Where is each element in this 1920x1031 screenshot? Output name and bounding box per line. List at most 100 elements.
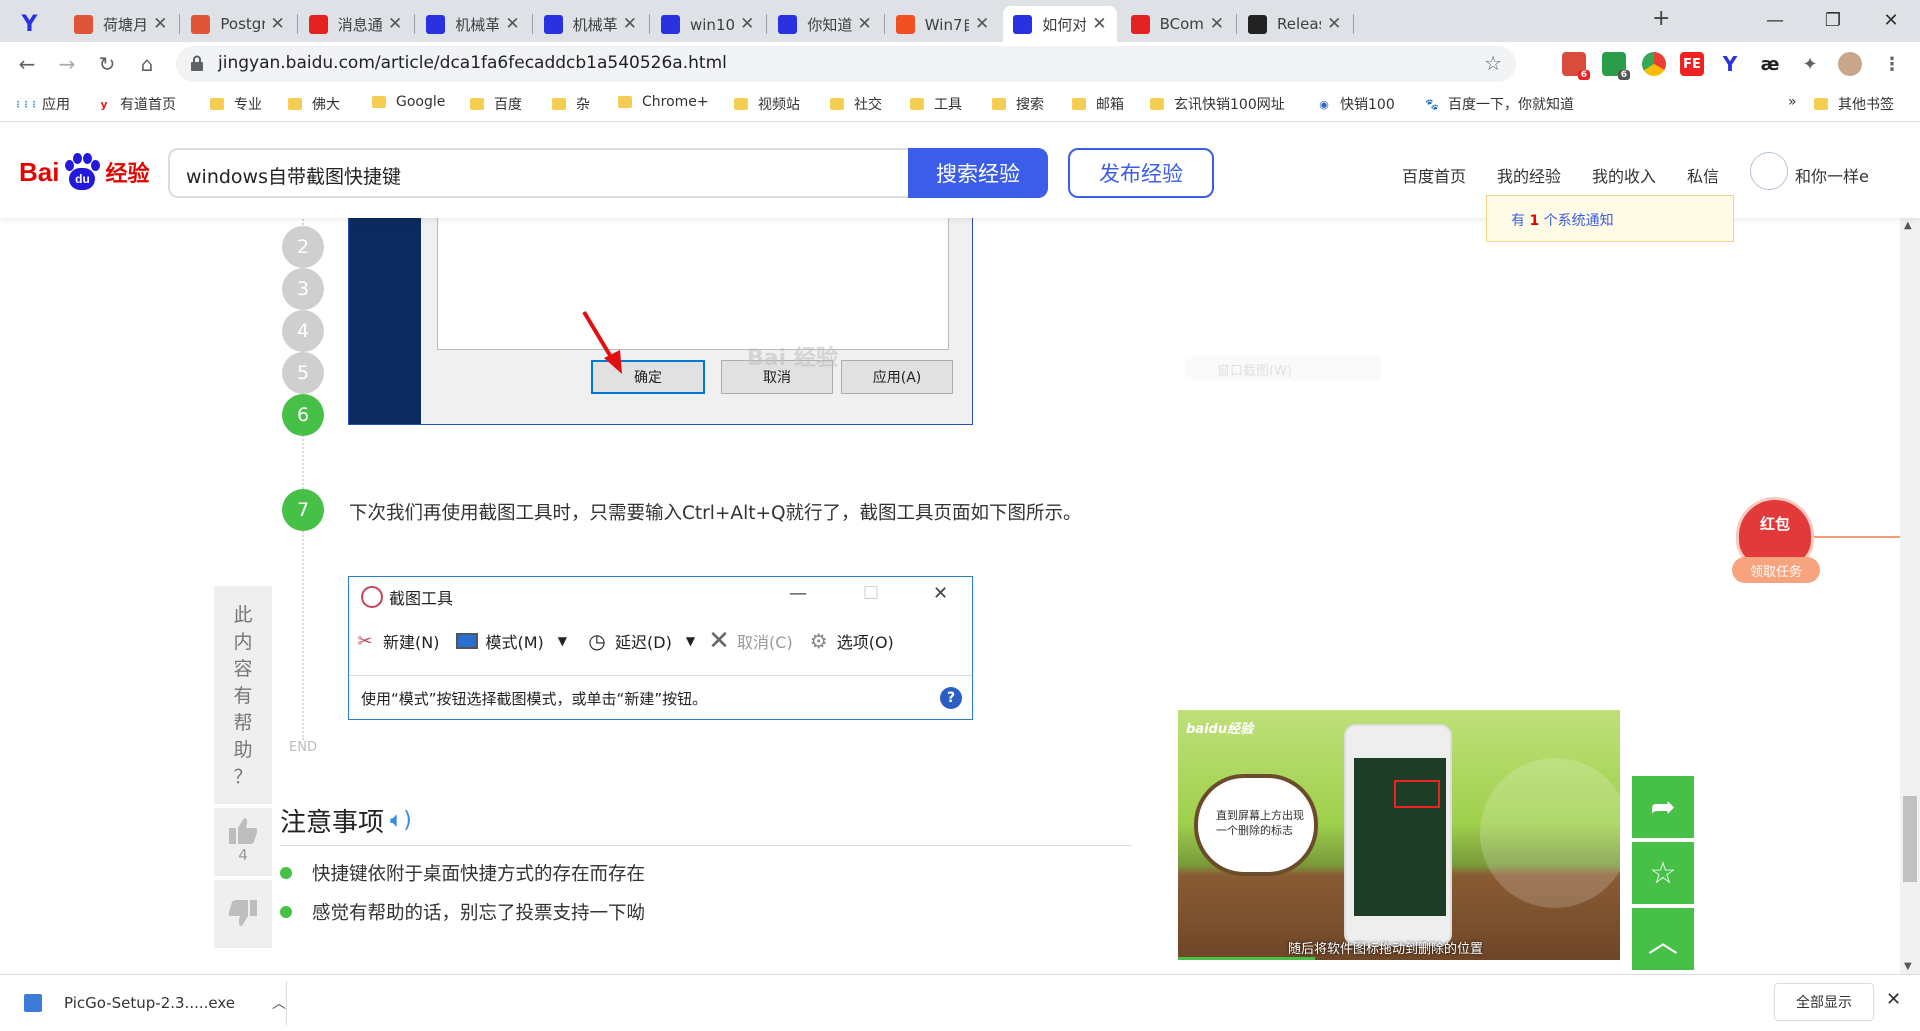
bookmark-star-icon[interactable]: ☆	[1484, 51, 1502, 75]
extension-icon-2[interactable]: 6	[1602, 52, 1630, 80]
close-tab-icon[interactable]: ✕	[740, 14, 754, 34]
tab-1[interactable]: 荷塘月色 ✕	[64, 6, 177, 42]
publish-button[interactable]: 发布经验	[1068, 148, 1214, 198]
close-tab-icon[interactable]: ✕	[271, 14, 285, 34]
step-number-5[interactable]: 5	[282, 352, 324, 394]
scroll-up-icon[interactable]: ▲	[1904, 220, 1912, 231]
nav-messages[interactable]: 私信	[1687, 163, 1719, 187]
tab-6[interactable]: win10系 ✕	[651, 6, 764, 42]
tab-7[interactable]: 你知道wi ✕	[768, 6, 881, 42]
close-tab-icon[interactable]: ✕	[153, 14, 167, 34]
menu-dots-icon[interactable]: ⋮	[1880, 52, 1904, 76]
username[interactable]: 和你一样e	[1795, 163, 1869, 187]
tab-3[interactable]: 消息通知 ✕	[299, 6, 412, 42]
monitor-icon	[455, 629, 479, 653]
claim-task-button[interactable]: 领取任务	[1732, 557, 1820, 583]
bookmark-8[interactable]: Chrome+	[618, 94, 709, 110]
tab-4[interactable]: 机械革命 ✕	[416, 6, 529, 42]
close-tab-icon[interactable]: ✕	[388, 14, 402, 34]
back-icon[interactable]: ←	[12, 49, 42, 79]
tab-8[interactable]: Win7自带 ✕	[886, 6, 999, 42]
hongbao-widget[interactable]: 红包 领取任务	[1732, 497, 1820, 583]
bookmark-2[interactable]: y 有道首页	[96, 94, 176, 114]
speaker-icon[interactable]: 🔈︎)	[390, 808, 412, 833]
close-tab-icon[interactable]: ✕	[858, 14, 872, 34]
favorite-star-icon[interactable]: ☆	[1632, 842, 1694, 904]
downvote-button[interactable]	[214, 880, 272, 948]
step-number-6[interactable]: 6	[282, 394, 324, 436]
maximize-icon[interactable]: ❐	[1804, 0, 1862, 40]
other-bookmarks[interactable]: 其他书签	[1814, 94, 1894, 114]
nav-baidu-home[interactable]: 百度首页	[1402, 163, 1466, 187]
close-tab-icon[interactable]: ✕	[1092, 14, 1106, 34]
tab-5[interactable]: 机械革命 ✕	[534, 6, 647, 42]
scroll-thumb[interactable]	[1903, 796, 1917, 882]
close-shelf-icon[interactable]: ✕	[1886, 989, 1901, 1010]
tab-yinxiang[interactable]: Y	[10, 6, 60, 42]
chevron-up-icon[interactable]: ︿	[272, 993, 286, 1013]
tab-10[interactable]: BCompa ✕	[1121, 6, 1234, 42]
close-tab-icon[interactable]: ✕	[1210, 14, 1224, 34]
bookmark-3[interactable]: 专业	[210, 94, 262, 114]
search-button[interactable]: 搜索经验	[908, 148, 1048, 198]
bookmarks-more[interactable]: »	[1788, 94, 1797, 110]
forward-icon[interactable]: →	[52, 49, 82, 79]
bookmark-13[interactable]: 邮箱	[1072, 94, 1124, 114]
video-progress-bar[interactable]	[1178, 957, 1316, 960]
tab-11[interactable]: Releases ✕	[1238, 6, 1351, 42]
user-avatar[interactable]	[1750, 152, 1788, 190]
close-window-icon[interactable]: ✕	[1862, 0, 1920, 40]
bookmark-1[interactable]: ⋮⋮⋮ 应用	[14, 94, 70, 114]
lock-icon	[191, 55, 203, 71]
chrome-extension-icon[interactable]	[1642, 52, 1666, 76]
folder-icon	[992, 98, 1006, 110]
close-tab-icon[interactable]: ✕	[623, 14, 637, 34]
reload-icon[interactable]: ↻	[92, 49, 122, 79]
new-tab-button[interactable]: +	[1652, 6, 1670, 31]
nav-my-jingyan[interactable]: 我的经验	[1497, 163, 1561, 187]
bookmark-label: 玄讯快销100网址	[1174, 97, 1285, 113]
ae-extension-icon[interactable]: æ	[1758, 52, 1782, 76]
fe-extension-icon[interactable]: FE	[1680, 52, 1704, 76]
system-notice[interactable]: 有 1 个系统通知	[1486, 195, 1734, 242]
show-all-button[interactable]: 全部显示	[1774, 983, 1874, 1021]
step-number-3[interactable]: 3	[282, 268, 324, 310]
puzzle-icon[interactable]: ✦	[1798, 52, 1822, 76]
bookmark-10[interactable]: 社交	[830, 94, 882, 114]
bookmark-11[interactable]: 工具	[910, 94, 962, 114]
address-bar[interactable]: jingyan.baidu.com/article/dca1fa6fecaddc…	[176, 46, 1516, 82]
home-icon[interactable]: ⌂	[132, 49, 162, 79]
bookmark-9[interactable]: 视频站	[734, 94, 800, 114]
close-tab-icon[interactable]: ✕	[1327, 14, 1341, 34]
close-tab-icon[interactable]: ✕	[505, 14, 519, 34]
bookmark-6[interactable]: 百度	[470, 94, 522, 114]
upvote-button[interactable]: 4	[214, 808, 272, 876]
bookmark-14[interactable]: 玄讯快销100网址	[1150, 94, 1285, 114]
nav-my-income[interactable]: 我的收入	[1592, 163, 1656, 187]
back-to-top-icon[interactable]: ︿	[1632, 908, 1694, 970]
step-number-7[interactable]: 7	[282, 489, 324, 531]
step-number-2[interactable]: 2	[282, 226, 324, 268]
bookmark-7[interactable]: 杂	[552, 94, 590, 114]
tab-2[interactable]: PostgreS ✕	[181, 6, 294, 42]
bookmark-15[interactable]: ◉ 快销100	[1316, 94, 1395, 114]
bookmark-4[interactable]: 佛大	[288, 94, 340, 114]
scroll-down-icon[interactable]: ▼	[1904, 961, 1912, 972]
video-player[interactable]: baidu经验 直到屏幕上方出现一个删除的标志 随后将软件图标拖动到删除的位置	[1178, 710, 1620, 960]
tab-9[interactable]: 如何对W ✕	[1003, 6, 1117, 42]
search-input[interactable]: windows自带截图快捷键	[168, 148, 910, 198]
bookmark-5[interactable]: Google	[372, 94, 445, 110]
y-extension-icon[interactable]: Y	[1718, 52, 1742, 76]
profile-avatar[interactable]	[1838, 52, 1862, 76]
step-number-4[interactable]: 4	[282, 310, 324, 352]
minimize-icon[interactable]: —	[1746, 0, 1804, 40]
page-scrollbar[interactable]: ▲ ▼	[1900, 218, 1920, 974]
close-tab-icon[interactable]: ✕	[975, 14, 989, 34]
extension-icon-1[interactable]: 6	[1562, 52, 1590, 80]
bookmark-16[interactable]: 🐾 百度一下，你就知道	[1424, 94, 1574, 114]
download-item[interactable]: PicGo-Setup-2.3.....exe ︿	[24, 975, 286, 1031]
dialog-panel: 确定 取消 应用(A) Bai 经验	[421, 200, 972, 424]
bookmark-12[interactable]: 搜索	[992, 94, 1044, 114]
baidu-jingyan-logo[interactable]: Bai du 经验	[19, 152, 149, 192]
share-icon[interactable]: ➦	[1632, 776, 1694, 838]
